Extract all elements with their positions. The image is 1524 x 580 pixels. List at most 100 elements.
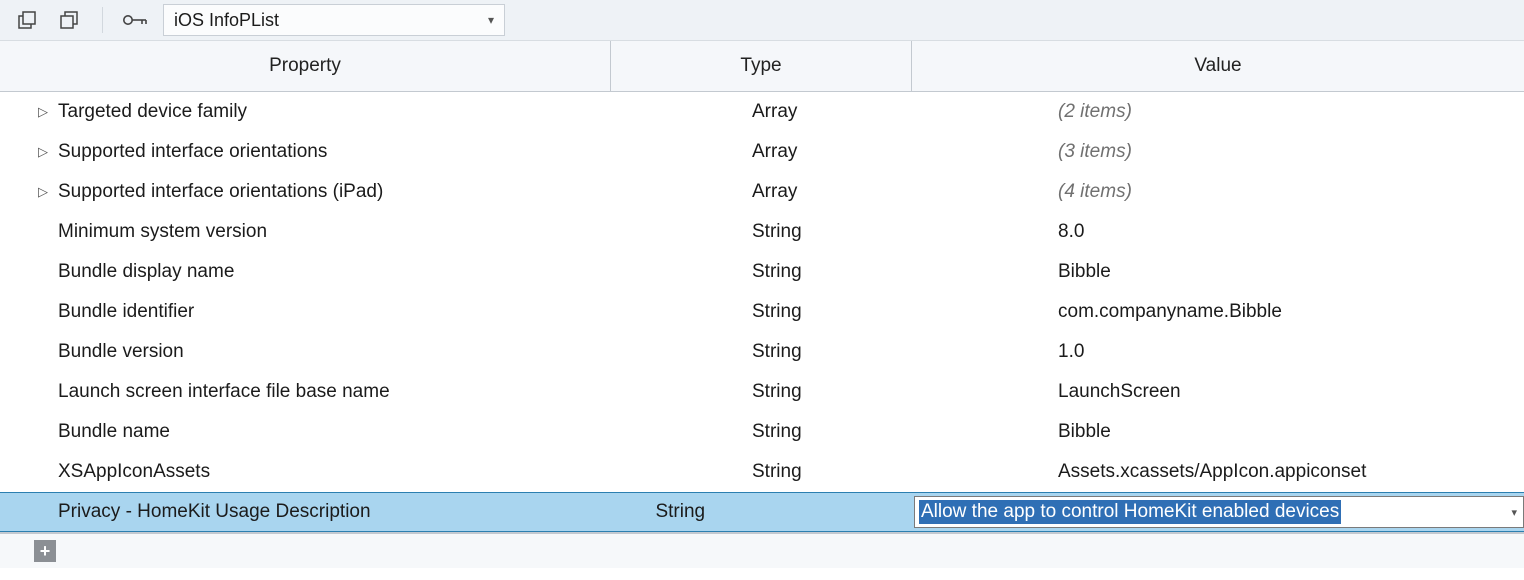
plist-row[interactable]: ▷ Supported interface orientations Array (3… [0, 132, 1524, 172]
expand-all-button[interactable] [14, 6, 42, 34]
key-button[interactable] [121, 6, 149, 34]
property-name: XSAppIconAssets [58, 461, 210, 483]
value-cell[interactable]: Allow the app to control HomeKit enabled… [908, 492, 1524, 532]
type-cell[interactable]: String [644, 252, 1052, 292]
value-text: Assets.xcassets/AppIcon.appiconset [1058, 461, 1366, 483]
value-cell[interactable]: Assets.xcassets/AppIcon.appiconset [1052, 452, 1524, 492]
value-text: LaunchScreen [1058, 381, 1181, 403]
property-name: Launch screen interface file base name [58, 381, 390, 403]
value-cell[interactable]: (4 items) [1052, 172, 1524, 212]
type-cell[interactable]: String [644, 452, 1052, 492]
value-cell[interactable]: Bibble [1052, 252, 1524, 292]
type-value: Array [752, 101, 797, 123]
plist-row[interactable]: ▷ Targeted device family Array (2 items) [0, 92, 1524, 132]
plist-row[interactable]: ▷Bundle identifier String com.companyname.… [0, 292, 1524, 332]
type-value: String [752, 221, 802, 243]
property-cell[interactable]: ▷Bundle name [0, 412, 644, 452]
plist-selector-label: iOS InfoPList [174, 10, 279, 31]
collapse-all-button[interactable] [56, 6, 84, 34]
type-cell[interactable]: String [644, 332, 1052, 372]
value-text: 1.0 [1058, 341, 1084, 363]
add-row-label: + [40, 542, 51, 560]
value-text: com.companyname.Bibble [1058, 301, 1282, 323]
value-cell[interactable]: com.companyname.Bibble [1052, 292, 1524, 332]
chevron-down-icon: ▾ [1511, 506, 1517, 519]
toolbar-separator [102, 7, 103, 33]
type-cell[interactable]: String [644, 212, 1052, 252]
value-cell[interactable]: (2 items) [1052, 92, 1524, 132]
column-header-property[interactable]: Property [0, 41, 611, 91]
type-cell[interactable]: String [547, 492, 908, 532]
column-header-value-label: Value [1194, 55, 1241, 77]
type-cell[interactable]: Array [644, 92, 1052, 132]
property-name: Supported interface orientations (iPad) [58, 181, 383, 203]
property-cell[interactable]: ▷Bundle version [0, 332, 644, 372]
property-cell[interactable]: ▷Minimum system version [0, 212, 644, 252]
expand-arrow-icon[interactable]: ▷ [34, 144, 52, 160]
property-cell[interactable]: ▷ Supported interface orientations (iPad) [0, 172, 644, 212]
add-row-button[interactable]: + [34, 540, 56, 562]
value-cell[interactable]: 8.0 [1052, 212, 1524, 252]
type-cell[interactable]: String [644, 292, 1052, 332]
value-text: Bibble [1058, 421, 1111, 443]
value-cell[interactable]: 1.0 [1052, 332, 1524, 372]
property-cell[interactable]: ▷XSAppIconAssets [0, 452, 644, 492]
plist-row[interactable]: ▷ Supported interface orientations (iPad)… [0, 172, 1524, 212]
expand-arrow-icon[interactable]: ▷ [34, 184, 52, 200]
footer: + [0, 532, 1524, 568]
value-editor-text: Allow the app to control HomeKit enabled… [919, 500, 1341, 524]
type-value: String [752, 341, 802, 363]
property-cell[interactable]: ▷Bundle display name [0, 252, 644, 292]
property-name: Bundle name [58, 421, 170, 443]
value-text: (3 items) [1058, 141, 1132, 163]
property-name: Privacy - HomeKit Usage Description [58, 501, 371, 523]
column-header-property-label: Property [269, 55, 341, 77]
type-value: String [752, 421, 802, 443]
plist-row[interactable]: ▷Privacy - HomeKit Usage DescriptionStri… [0, 492, 1524, 532]
type-value: Array [752, 181, 797, 203]
column-header-type-label: Type [740, 55, 781, 77]
plist-selector-dropdown[interactable]: iOS InfoPList ▾ [163, 4, 505, 36]
property-cell[interactable]: ▷Privacy - HomeKit Usage Description [0, 492, 547, 532]
property-name: Minimum system version [58, 221, 267, 243]
property-cell[interactable]: ▷ Supported interface orientations [0, 132, 644, 172]
type-cell[interactable]: Array [644, 132, 1052, 172]
value-text: Bibble [1058, 261, 1111, 283]
stack-icon [18, 11, 38, 29]
type-value: String [752, 301, 802, 323]
chevron-down-icon: ▾ [488, 13, 494, 27]
expand-arrow-icon[interactable]: ▷ [34, 104, 52, 120]
property-cell[interactable]: ▷Launch screen interface file base name [0, 372, 644, 412]
value-editor-dropdown[interactable]: Allow the app to control HomeKit enabled… [914, 496, 1524, 528]
property-name: Supported interface orientations [58, 141, 327, 163]
key-icon [122, 13, 148, 27]
value-text: (2 items) [1058, 101, 1132, 123]
plist-row[interactable]: ▷Bundle version String 1.0 [0, 332, 1524, 372]
column-header-type[interactable]: Type [611, 41, 912, 91]
column-header-row: Property Type Value [0, 41, 1524, 92]
value-text: (4 items) [1058, 181, 1132, 203]
type-value: Array [752, 141, 797, 163]
plist-row[interactable]: ▷Bundle display name String Bibble [0, 252, 1524, 292]
column-header-value[interactable]: Value [912, 41, 1524, 91]
type-cell[interactable]: Array [644, 172, 1052, 212]
stack-icon [60, 11, 80, 29]
type-cell[interactable]: String [644, 412, 1052, 452]
plist-row[interactable]: ▷Launch screen interface file base name S… [0, 372, 1524, 412]
value-cell[interactable]: LaunchScreen [1052, 372, 1524, 412]
type-value: String [752, 461, 802, 483]
type-value: String [752, 261, 802, 283]
toolbar: iOS InfoPList ▾ [0, 0, 1524, 41]
plist-row[interactable]: ▷XSAppIconAssets String Assets.xcassets/Ap… [0, 452, 1524, 492]
plist-row[interactable]: ▷Bundle name String Bibble [0, 412, 1524, 452]
type-value: String [752, 381, 802, 403]
type-cell[interactable]: String [644, 372, 1052, 412]
property-name: Targeted device family [58, 101, 247, 123]
value-cell[interactable]: Bibble [1052, 412, 1524, 452]
property-cell[interactable]: ▷Bundle identifier [0, 292, 644, 332]
plist-row[interactable]: ▷Minimum system version String 8.0 [0, 212, 1524, 252]
value-cell[interactable]: (3 items) [1052, 132, 1524, 172]
property-cell[interactable]: ▷ Targeted device family [0, 92, 644, 132]
value-text: 8.0 [1058, 221, 1084, 243]
property-name: Bundle display name [58, 261, 234, 283]
